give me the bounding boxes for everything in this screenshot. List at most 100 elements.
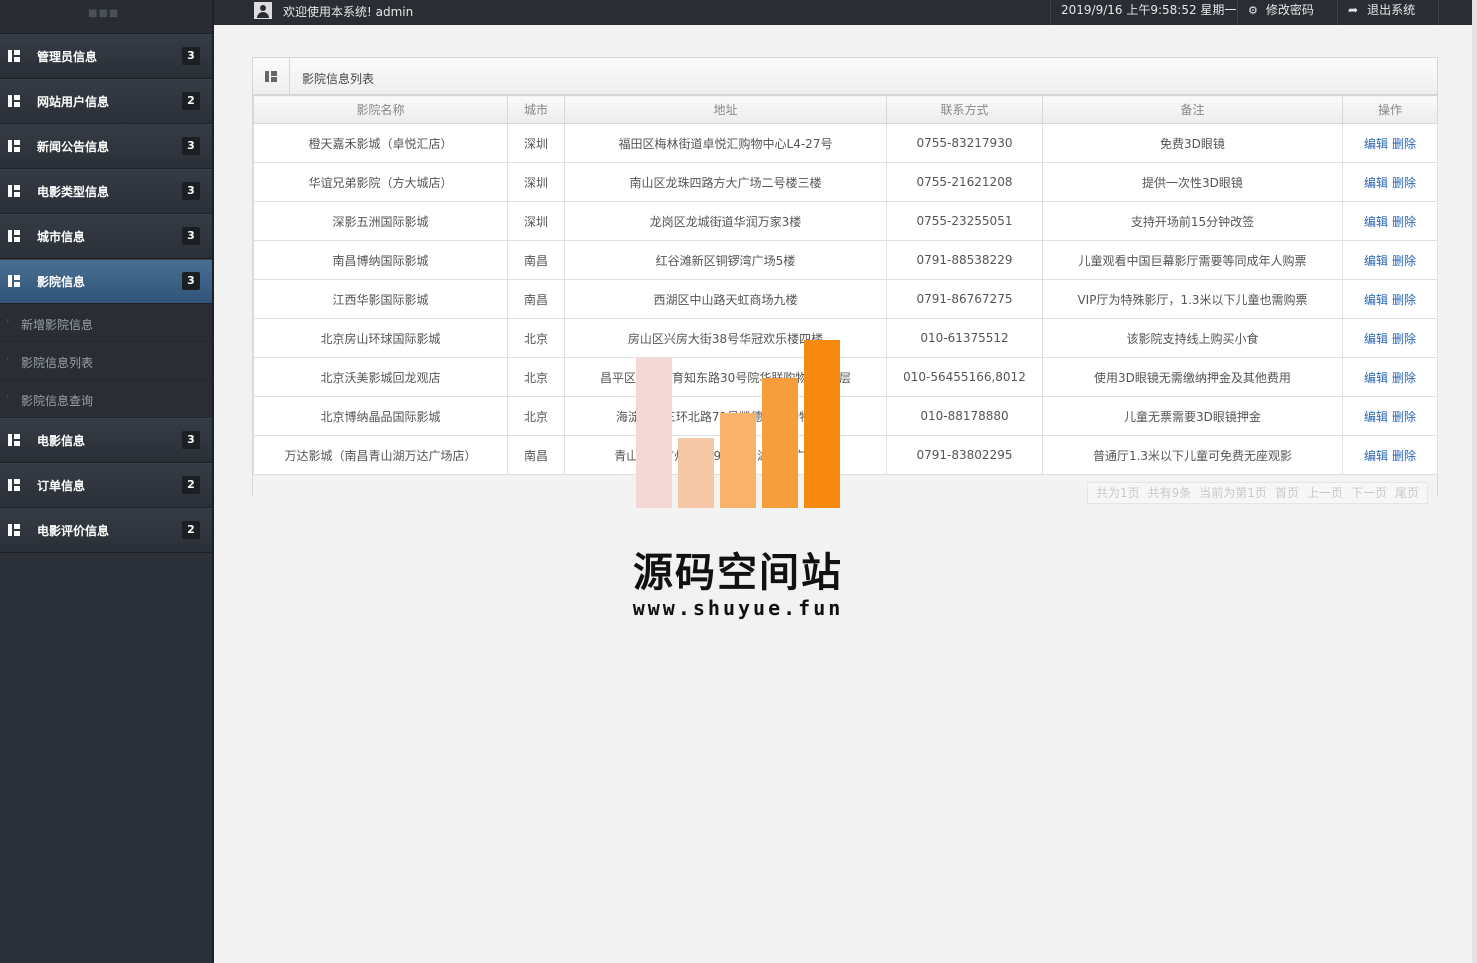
table-cell: 使用3D眼镜无需缴纳押金及其他费用 bbox=[1042, 357, 1343, 397]
pager-link[interactable]: 首页 bbox=[1275, 486, 1299, 500]
table-cell: 该影院支持线上购买小食 bbox=[1042, 318, 1343, 358]
change-password-label: 修改密码 bbox=[1265, 3, 1314, 17]
actions-cell: 编辑 删除 bbox=[1342, 318, 1438, 358]
edit-link[interactable]: 编辑 bbox=[1364, 254, 1388, 268]
bullet-icon: › bbox=[6, 354, 10, 363]
page-scrollbar[interactable] bbox=[1472, 0, 1477, 963]
column-header: 联系方式 bbox=[886, 95, 1043, 124]
sidebar-subitem-label: 影院信息列表 bbox=[21, 356, 94, 370]
pager-link[interactable]: 尾页 bbox=[1395, 486, 1419, 500]
table-row: 橙天嘉禾影城（卓悦汇店） 深圳 福田区梅林街道卓悦汇购物中心L4-27号 0755-8… bbox=[253, 123, 1438, 163]
table-row: 深影五洲国际影城 深圳 龙岗区龙城街道华润万家3楼 0755-23255051 支持开场… bbox=[253, 201, 1438, 241]
delete-link[interactable]: 删除 bbox=[1392, 332, 1416, 346]
table-row: 万达影城（南昌青山湖万达广场店）南昌青山湖区广州路999号青山湖万达广场3楼07… bbox=[253, 435, 1438, 475]
list-icon bbox=[8, 434, 20, 446]
sidebar-item-8[interactable]: 订单信息 2 bbox=[0, 463, 212, 508]
table-row: 北京博纳晶品国际影城北京海淀区西三环北路71号凯德晶品购物中心010-88178… bbox=[253, 396, 1438, 436]
list-icon bbox=[8, 95, 20, 107]
sidebar-item-4[interactable]: 电影类型信息 3 bbox=[0, 169, 212, 214]
table-cell: 儿童无票需要3D眼镜押金 bbox=[1042, 396, 1343, 436]
change-password-button[interactable]: ⚙ 修改密码 bbox=[1237, 0, 1340, 25]
table-cell: 普通厅1.3米以下儿童可免费无座观影 bbox=[1042, 435, 1343, 475]
edit-link[interactable]: 编辑 bbox=[1364, 371, 1388, 385]
list-icon bbox=[8, 230, 20, 242]
actions-cell: 编辑 删除 bbox=[1342, 357, 1438, 397]
delete-link[interactable]: 删除 bbox=[1392, 449, 1416, 463]
watermark-bar-3 bbox=[720, 413, 756, 508]
table-cell: 0791-88538229 bbox=[886, 240, 1043, 280]
welcome-text: 欢迎使用本系统! admin bbox=[283, 5, 414, 19]
delete-link[interactable]: 删除 bbox=[1392, 410, 1416, 424]
table-cell: 北京 bbox=[507, 357, 565, 397]
datetime-label: 2019/9/16 上午9:58:52 星期一 bbox=[1061, 3, 1237, 17]
bullet-icon: › bbox=[6, 316, 10, 325]
panel-header: 影院信息列表 bbox=[253, 58, 1437, 95]
sidebar-item-1[interactable]: 管理员信息 3 bbox=[0, 34, 212, 79]
delete-link[interactable]: 删除 bbox=[1392, 293, 1416, 307]
list-icon bbox=[8, 524, 20, 536]
edit-link[interactable]: 编辑 bbox=[1364, 332, 1388, 346]
table-cell: 0791-83802295 bbox=[886, 435, 1043, 475]
edit-link[interactable]: 编辑 bbox=[1364, 215, 1388, 229]
sidebar-item-2[interactable]: 网站用户信息 2 bbox=[0, 79, 212, 124]
watermark-logo bbox=[636, 340, 840, 508]
sidebar-subitem-1[interactable]: › 新增影院信息 bbox=[0, 304, 212, 342]
edit-link[interactable]: 编辑 bbox=[1364, 293, 1388, 307]
table-row: 北京沃美影城回龙观店 北京 昌平区回龙观育知东路30号院华联购物中心4层 010-56… bbox=[253, 357, 1438, 397]
column-header: 影院名称 bbox=[253, 95, 508, 124]
table-cell: 橙天嘉禾影城（卓悦汇店） bbox=[253, 123, 508, 163]
sidebar-subitem-2[interactable]: › 影院信息列表 bbox=[0, 342, 212, 380]
pager-row: 共为1页 共有9条 当前为第1页 首页 上一页 下一页 尾页 bbox=[253, 475, 1437, 516]
datetime-text: 2019/9/16 上午9:58:52 星期一 bbox=[1050, 0, 1241, 25]
count-badge: 3 bbox=[182, 431, 200, 449]
table-row: 南昌博纳国际影城 南昌 红谷滩新区铜锣湾广场5楼 0791-88538229 儿童观看中… bbox=[253, 240, 1438, 280]
table-cell: 万达影城（南昌青山湖万达广场店） bbox=[253, 435, 508, 475]
sidebar-item-7[interactable]: 电影信息 3 bbox=[0, 418, 212, 463]
actions-cell: 编辑 删除 bbox=[1342, 279, 1438, 319]
edit-link[interactable]: 编辑 bbox=[1364, 137, 1388, 151]
sidebar-item-5[interactable]: 城市信息 3 bbox=[0, 214, 212, 259]
sidebar-item-9[interactable]: 电影评价信息 2 bbox=[0, 508, 212, 553]
table-cell: 北京 bbox=[507, 396, 565, 436]
actions-cell: 编辑 删除 bbox=[1342, 123, 1438, 163]
edit-link[interactable]: 编辑 bbox=[1364, 410, 1388, 424]
table-cell: 南昌博纳国际影城 bbox=[253, 240, 508, 280]
table-cell: 江西华影国际影城 bbox=[253, 279, 508, 319]
pager-link[interactable]: 下一页 bbox=[1351, 486, 1387, 500]
sidebar-item-3[interactable]: 新闻公告信息 3 bbox=[0, 124, 212, 169]
count-badge: 3 bbox=[182, 137, 200, 155]
delete-link[interactable]: 删除 bbox=[1392, 176, 1416, 190]
column-header: 地址 bbox=[564, 95, 887, 124]
count-badge: 3 bbox=[182, 227, 200, 245]
table-cell: 免费3D眼镜 bbox=[1042, 123, 1343, 163]
sidebar-toggle-icon[interactable]: ■■■ bbox=[88, 8, 119, 19]
table-cell: 南昌 bbox=[507, 279, 565, 319]
table-cell: 福田区梅林街道卓悦汇购物中心L4-27号 bbox=[564, 123, 887, 163]
edit-link[interactable]: 编辑 bbox=[1364, 449, 1388, 463]
sidebar-item-6[interactable]: 影院信息 3 bbox=[0, 259, 212, 304]
bullet-icon: › bbox=[6, 392, 10, 401]
watermark-title: 源码空间站 bbox=[633, 550, 843, 596]
column-header: 操作 bbox=[1342, 95, 1438, 124]
sidebar-item-label: 电影类型信息 bbox=[37, 185, 110, 199]
pager-link[interactable]: 上一页 bbox=[1307, 486, 1343, 500]
logout-button[interactable]: ➦ 退出系统 bbox=[1337, 0, 1439, 25]
count-badge: 2 bbox=[182, 521, 200, 539]
sidebar-subitem-3[interactable]: › 影院信息查询 bbox=[0, 380, 212, 418]
table-cell: 南昌 bbox=[507, 435, 565, 475]
watermark-url: www.shuyue.fun bbox=[632, 596, 844, 620]
sidebar: ■■■ 管理员信息 3 网站用户信息 2 新闻公告信息 3 电影类型信息 3 城市信息 3 影院信息… bbox=[0, 0, 214, 963]
table-row: 江西华影国际影城 南昌 西湖区中山路天虹商场九楼 0791-86767275 VIP厅为… bbox=[253, 279, 1438, 319]
table-cell: 北京房山环球国际影城 bbox=[253, 318, 508, 358]
sidebar-item-label: 网站用户信息 bbox=[37, 95, 110, 109]
delete-link[interactable]: 删除 bbox=[1392, 371, 1416, 385]
count-badge: 3 bbox=[182, 47, 200, 65]
delete-link[interactable]: 删除 bbox=[1392, 254, 1416, 268]
delete-link[interactable]: 删除 bbox=[1392, 215, 1416, 229]
edit-link[interactable]: 编辑 bbox=[1364, 176, 1388, 190]
actions-cell: 编辑 删除 bbox=[1342, 201, 1438, 241]
sidebar-item-label: 城市信息 bbox=[37, 230, 86, 244]
delete-link[interactable]: 删除 bbox=[1392, 137, 1416, 151]
pager: 共为1页 共有9条 当前为第1页 首页 上一页 下一页 尾页 bbox=[1087, 482, 1428, 504]
table-row: 华谊兄弟影院（方大城店） 深圳 南山区龙珠四路方大广场二号楼三楼 0755-21621… bbox=[253, 162, 1438, 202]
